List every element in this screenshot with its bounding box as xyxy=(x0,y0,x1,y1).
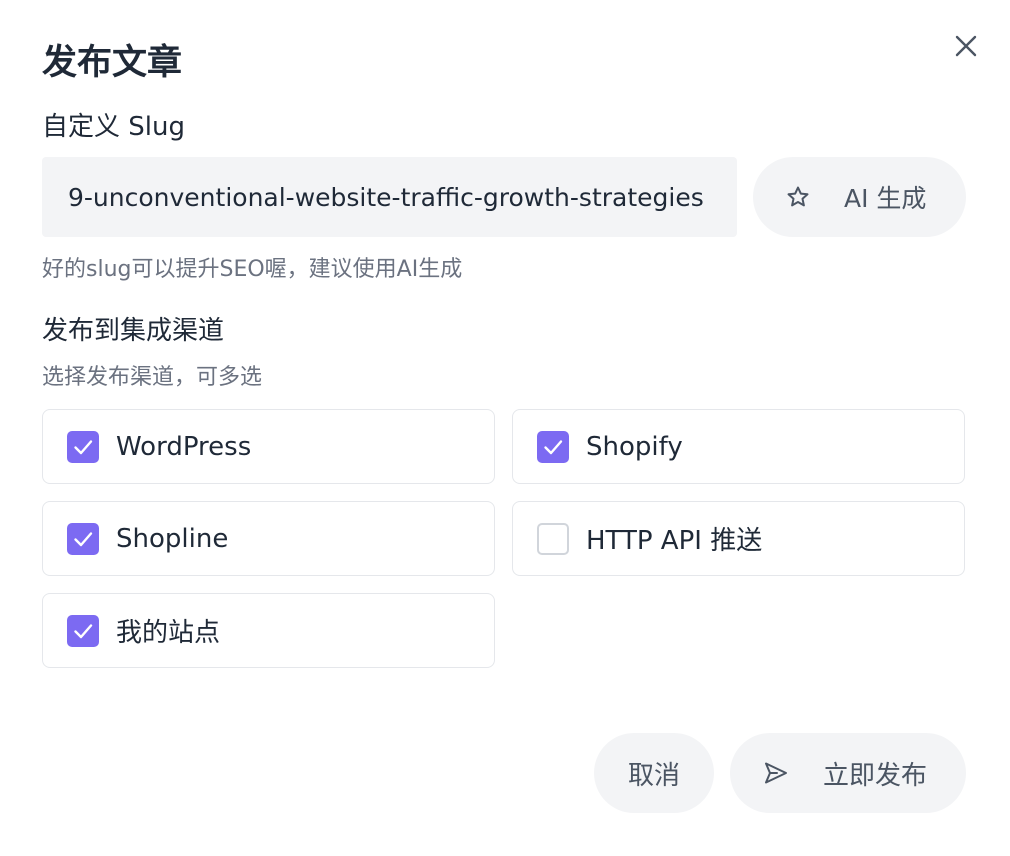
ai-generate-button[interactable]: AI 生成 xyxy=(753,157,966,237)
channel-label: WordPress xyxy=(116,431,252,462)
publish-dialog: 发布文章 自定义 Slug AI 生成 好的slug可以提升SEO喔，建议使用A… xyxy=(0,0,1010,856)
star-icon xyxy=(787,186,809,207)
dialog-title: 发布文章 xyxy=(42,43,183,83)
checkbox-checked[interactable] xyxy=(67,522,99,555)
checkmark-icon xyxy=(74,531,93,546)
checkmark-icon xyxy=(74,623,93,638)
channel-label: Shopify xyxy=(586,431,683,462)
checkbox-checked[interactable] xyxy=(537,430,569,463)
checkmark-icon xyxy=(544,439,563,454)
channels-subtitle: 选择发布渠道，可多选 xyxy=(42,365,263,390)
channel-label: 我的站点 xyxy=(116,618,221,648)
checkbox-checked[interactable] xyxy=(67,430,99,463)
channel-label: HTTP API 推送 xyxy=(586,526,763,556)
send-icon xyxy=(765,762,787,784)
channel-shopify[interactable]: Shopify xyxy=(512,409,965,484)
ai-generate-label: AI 生成 xyxy=(844,184,927,213)
cancel-label: 取消 xyxy=(627,760,680,791)
close-button[interactable] xyxy=(946,26,986,66)
channel-wordpress[interactable]: WordPress xyxy=(42,409,495,484)
slug-label: 自定义 Slug xyxy=(42,112,185,142)
channel-label: Shopline xyxy=(116,523,229,554)
cancel-button[interactable]: 取消 xyxy=(594,733,714,813)
channels-title: 发布到集成渠道 xyxy=(42,316,225,346)
checkbox-unchecked[interactable] xyxy=(537,522,569,555)
checkmark-icon xyxy=(74,439,93,454)
channel-my-site[interactable]: 我的站点 xyxy=(42,593,495,668)
publish-label: 立即发布 xyxy=(823,760,928,791)
slug-hint: 好的slug可以提升SEO喔，建议使用AI生成 xyxy=(42,257,463,282)
publish-button[interactable]: 立即发布 xyxy=(730,733,966,813)
slug-input[interactable] xyxy=(42,157,737,237)
checkbox-checked[interactable] xyxy=(67,614,99,647)
channel-shopline[interactable]: Shopline xyxy=(42,501,495,576)
channel-http-api[interactable]: HTTP API 推送 xyxy=(512,501,965,576)
close-icon xyxy=(955,35,977,57)
